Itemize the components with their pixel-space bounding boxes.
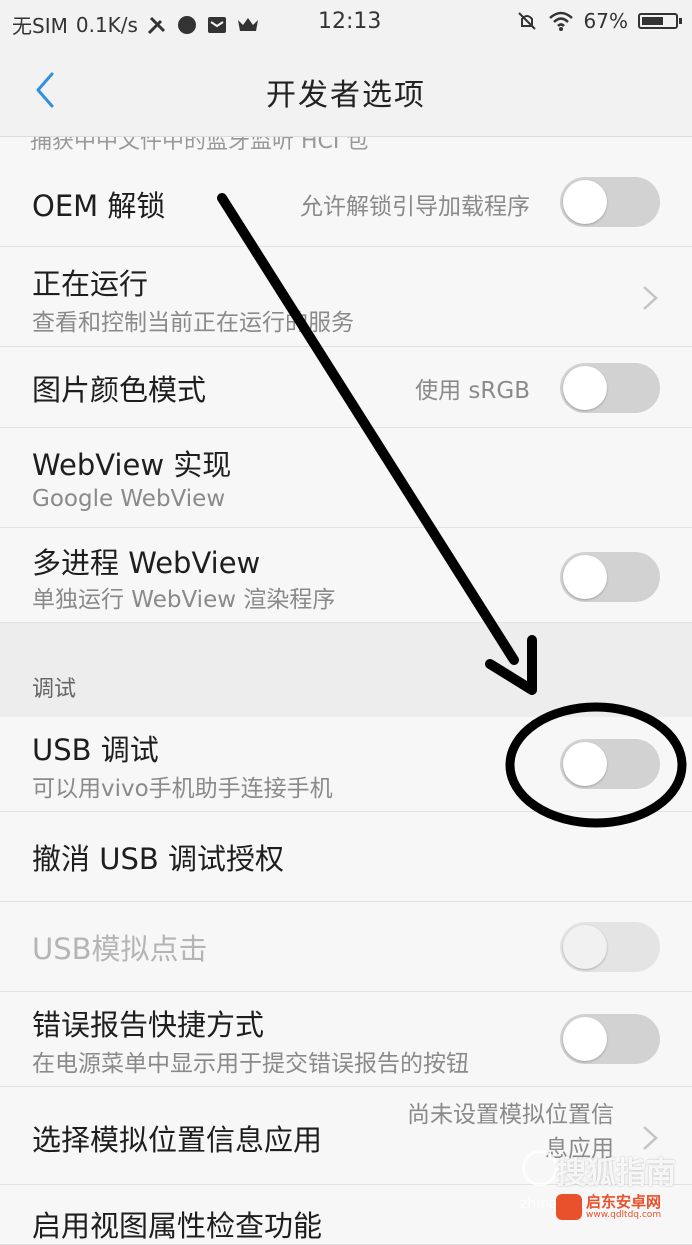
multiprocess-webview-switch[interactable] — [560, 552, 660, 602]
bug-report-shortcut-switch[interactable] — [560, 1014, 660, 1064]
header: 开发者选项 — [0, 44, 692, 137]
row-value: 使用 sRGB — [415, 378, 530, 404]
battery-icon — [638, 13, 682, 29]
picture-color-mode-switch[interactable] — [560, 363, 660, 413]
row-revoke-usb-auth[interactable]: 撤消 USB 调试授权 — [0, 812, 692, 902]
row-usb-debugging[interactable]: USB 调试 可以用vivo手机助手连接手机 — [0, 717, 692, 812]
row-title: 撤消 USB 调试授权 — [32, 842, 284, 876]
watermark-logo — [522, 1150, 558, 1186]
row-webview-implementation[interactable]: WebView 实现 Google WebView — [0, 428, 692, 528]
tools-icon — [147, 16, 166, 34]
chevron-right-icon — [643, 286, 658, 310]
row-title: 错误报告快捷方式 — [32, 1008, 265, 1042]
row-subtitle: Google WebView — [32, 486, 226, 512]
row-running-services[interactable]: 正在运行 查看和控制当前正在运行的服务 — [0, 247, 692, 347]
row-picture-color-mode[interactable]: 图片颜色模式 使用 sRGB — [0, 347, 692, 428]
row-title: 正在运行 — [32, 267, 149, 301]
usb-simulated-click-switch[interactable] — [560, 922, 660, 972]
row-subtitle: 在电源菜单中显示用于提交错误报告的按钮 — [32, 1051, 469, 1077]
app-icon — [177, 15, 196, 34]
page-title: 开发者选项 — [266, 78, 426, 113]
row-subtitle: 单独运行 WebView 渲染程序 — [32, 587, 336, 613]
row-title: USB模拟点击 — [32, 932, 208, 966]
row-title: USB 调试 — [32, 733, 159, 767]
row-multiprocess-webview[interactable]: 多进程 WebView 单独运行 WebView 渲染程序 — [0, 528, 692, 623]
carrier-label: 无SIM — [12, 14, 68, 38]
partial-list-item: 捕获中中文件中的蓝牙监听 HCI 包 — [0, 137, 692, 157]
clock: 12:13 — [318, 9, 382, 34]
row-title: 选择模拟位置信息应用 — [32, 1123, 323, 1157]
row-oem-unlock[interactable]: OEM 解锁 允许解锁引导加载程序 — [0, 157, 692, 247]
row-title: 多进程 WebView — [32, 546, 261, 580]
section-header-debugging: 调试 — [0, 623, 692, 717]
mute-icon — [517, 12, 536, 30]
row-title: OEM 解锁 — [32, 189, 166, 223]
status-bar: 无SIM 0.1K/s 12:13 67% — [0, 0, 692, 44]
section-label: 调试 — [32, 677, 77, 702]
row-subtitle: 可以用vivo手机助手连接手机 — [32, 776, 333, 802]
settings-list: OEM 解锁 允许解锁引导加载程序 正在运行 查看和控制当前正在运行的服务 图片… — [0, 157, 692, 1245]
row-value: 允许解锁引导加载程序 — [300, 194, 530, 220]
watermark-text: 搜狐指南 — [556, 1156, 676, 1191]
site-badge-url: www.qdltdq.com — [586, 1209, 662, 1220]
row-usb-simulated-click[interactable]: USB模拟点击 — [0, 902, 692, 992]
site-badge-text: 启东安卓网 — [586, 1192, 662, 1211]
mail-icon — [207, 16, 226, 33]
partial-row-text: 捕获中中文件中的蓝牙监听 HCI 包 — [30, 137, 369, 154]
row-title: 图片颜色模式 — [32, 373, 207, 407]
battery-percent: 67% — [583, 9, 628, 33]
row-bug-report-shortcut[interactable]: 错误报告快捷方式 在电源菜单中显示用于提交错误报告的按钮 — [0, 992, 692, 1087]
row-value: 尚未设置模拟位置信 — [407, 1102, 614, 1128]
site-badge: 启东安卓网 www.qdltdq.com — [556, 1190, 688, 1224]
usb-debugging-switch[interactable] — [560, 739, 660, 789]
wifi-icon — [548, 11, 573, 31]
row-title: WebView 实现 — [32, 448, 232, 482]
row-title: 启用视图属性检查功能 — [32, 1209, 323, 1243]
crown-icon — [237, 17, 258, 31]
oem-unlock-switch[interactable] — [560, 177, 660, 227]
row-subtitle: 查看和控制当前正在运行的服务 — [32, 310, 354, 336]
network-speed: 0.1K/s — [75, 12, 138, 37]
site-logo-icon — [556, 1194, 582, 1220]
